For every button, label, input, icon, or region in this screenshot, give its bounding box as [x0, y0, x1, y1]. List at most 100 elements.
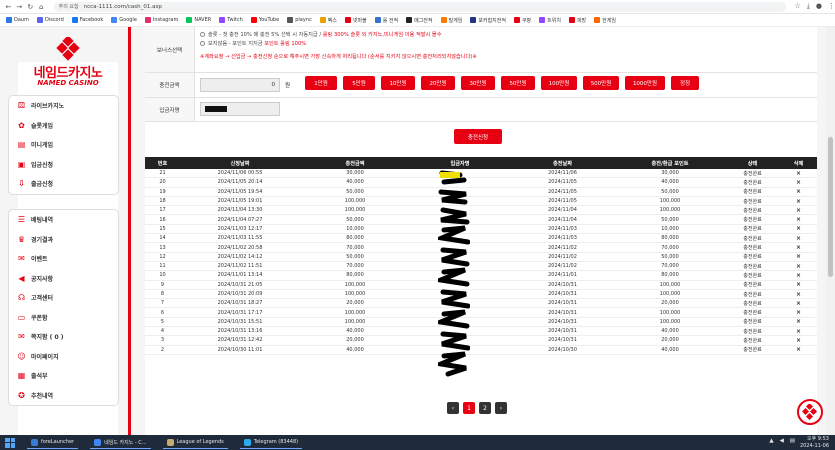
menu-icon[interactable]: ⋮ [828, 2, 835, 11]
amount-button[interactable]: 500만원 [583, 76, 619, 90]
sidebar-item[interactable]: ▣ 입금신청 [9, 155, 118, 175]
page-2-button[interactable]: 2 [479, 402, 491, 414]
sidebar-item[interactable]: ✉ 이벤트 [9, 249, 118, 269]
amount-button[interactable]: 100만원 [541, 76, 577, 90]
sidebar-item[interactable]: ✿ 슬롯게임 [9, 116, 118, 136]
network-icon[interactable]: ▤ [790, 438, 795, 444]
back-icon[interactable]: ← [4, 2, 13, 11]
tray-arrow-icon[interactable]: ▲ [769, 438, 773, 444]
delete-icon[interactable]: × [780, 271, 817, 279]
delete-icon[interactable]: × [780, 188, 817, 196]
radio-icon[interactable] [200, 41, 205, 46]
delete-icon[interactable]: × [780, 197, 817, 205]
delete-icon[interactable]: × [780, 290, 817, 298]
amount-button[interactable]: 1000만원 [625, 76, 665, 90]
floating-logo-badge[interactable] [797, 399, 823, 425]
star-icon[interactable]: ☆ [794, 2, 800, 11]
delete-icon[interactable]: × [780, 346, 817, 354]
delete-icon[interactable]: × [780, 299, 817, 307]
depositor-input[interactable] [200, 102, 280, 116]
sidebar-item[interactable]: ▭ 쿠폰함 [9, 308, 118, 328]
delete-icon[interactable]: × [780, 318, 817, 326]
submit-charge-button[interactable]: 충전신청 [454, 129, 502, 144]
bookmark-item[interactable]: Daum [6, 17, 29, 23]
bookmark-item[interactable]: YouTube [250, 17, 279, 23]
sidebar-item[interactable]: ✉ 쪽지함 ( 0 ) [9, 327, 118, 347]
sidebar-item[interactable]: ⚄ 라이브카지노 [9, 96, 118, 116]
bookmark-item[interactable]: NAVER [186, 17, 211, 23]
sidebar-item[interactable]: ♛ 경기결과 [9, 230, 118, 250]
taskbar-app[interactable]: 네임드 카지노 - C... [90, 436, 151, 449]
amount-button[interactable]: 50만원 [501, 76, 535, 90]
taskbar-app[interactable]: foreLauncher [27, 436, 79, 449]
delete-icon[interactable]: × [780, 215, 817, 223]
bookmark-item[interactable]: Instagram [144, 17, 178, 23]
system-tray[interactable]: ▲ ◀ ▤ [769, 438, 795, 444]
home-icon[interactable]: ⌂ [37, 2, 46, 11]
download-icon[interactable]: ⤓ [807, 2, 810, 11]
bookmark-item[interactable]: Facebook [71, 17, 103, 23]
delete-icon[interactable]: × [780, 253, 817, 261]
delete-icon[interactable]: × [780, 206, 817, 214]
bookmark-item[interactable]: 메그전적 [406, 17, 433, 24]
radio-icon[interactable] [200, 32, 205, 37]
delete-icon[interactable]: × [780, 234, 817, 242]
sidebar-item[interactable]: ◀ 공지사항 [9, 269, 118, 289]
bookmark-item[interactable]: Discord [36, 17, 64, 23]
sidebar-item[interactable]: ✪ 추천내역 [9, 386, 118, 406]
delete-icon[interactable]: × [780, 281, 817, 289]
delete-icon[interactable]: × [780, 336, 817, 344]
forward-icon[interactable]: → [15, 2, 24, 11]
sidebar-item[interactable]: ▦ 출석부 [9, 366, 118, 386]
sidebar-item[interactable]: ⇩ 출금신청 [9, 174, 118, 194]
bookmark-item[interactable]: Google [111, 17, 137, 23]
bookmark-item[interactable]: 피망 [568, 17, 586, 24]
amount-button[interactable]: 20만원 [421, 76, 455, 90]
bonus-option-none[interactable]: 보지않음 - 포인트 지지금 포인트 롤링 100% [200, 39, 817, 48]
bookmark-item[interactable]: 밀게임 [440, 17, 462, 24]
bonus-option-slot[interactable]: 슬롯 - 첫 충전 10% 매 충전 5% 선택 시 자동지급 / 롤링 300… [200, 30, 817, 39]
clock[interactable]: 오후 9:53 2024-11-06 [800, 436, 829, 449]
bookmark-item[interactable]: 포커칩지전적 [470, 17, 506, 24]
sidebar-item[interactable]: ▤ 미니게임 [9, 135, 118, 155]
amount-button[interactable]: 10만원 [381, 76, 415, 90]
profile-icon[interactable]: ● [816, 2, 822, 11]
bookmark-item[interactable]: 롤 전적 [374, 17, 398, 24]
amount-button[interactable]: 정정 [671, 76, 699, 90]
volume-icon[interactable]: ◀ [780, 438, 784, 444]
bookmark-item[interactable]: 쿠팡 [513, 17, 531, 24]
bookmark-item[interactable]: 한게임 [594, 17, 616, 24]
amount-button[interactable]: 1만원 [305, 76, 337, 90]
address-bar[interactable]: 주의 요함 ncca-1111.com/cash_01.asp [53, 1, 787, 12]
bookmark-item[interactable]: 트위치 [539, 17, 561, 24]
delete-icon[interactable]: × [780, 327, 817, 335]
table-row: 13 2024/11/02 20:58 70,000 2024/11/02 70,000… [145, 243, 817, 253]
delete-icon[interactable]: × [780, 225, 817, 233]
taskbar-app[interactable]: League of Legends [162, 436, 228, 449]
windows-start-icon[interactable] [5, 437, 15, 448]
sidebar-item[interactable]: ☰ 배팅내역 [9, 210, 118, 230]
bookmark-item[interactable]: 넷마블 [344, 17, 367, 24]
page-1-button[interactable]: 1 [463, 402, 475, 414]
amount-button[interactable]: 30만원 [461, 76, 495, 90]
delete-icon[interactable]: × [780, 262, 817, 270]
bookmark-item[interactable]: 벡스 [319, 17, 337, 24]
sidebar-item[interactable]: ☊ 고객센터 [9, 288, 118, 308]
amount-input[interactable]: 0 [200, 78, 280, 92]
scroll-thumb[interactable] [828, 137, 833, 277]
bookmark-item[interactable]: Twitch [219, 17, 243, 23]
bookmark-item[interactable]: plaync [287, 17, 312, 23]
page-scrollbar[interactable] [826, 27, 835, 435]
delete-icon[interactable]: × [780, 169, 817, 177]
security-badge[interactable]: 주의 요함 [59, 3, 79, 10]
delete-icon[interactable]: × [780, 178, 817, 186]
prev-page-button[interactable]: ‹ [447, 402, 459, 414]
logo[interactable]: 네임드카지노 NAMED CASINO [18, 37, 118, 435]
sidebar-item[interactable]: ☺ 마이페이지 [9, 347, 118, 367]
reload-icon[interactable]: ↻ [26, 2, 35, 11]
taskbar-app[interactable]: Telegram (83448) [239, 436, 303, 449]
delete-icon[interactable]: × [780, 243, 817, 251]
next-page-button[interactable]: › [495, 402, 507, 414]
amount-button[interactable]: 5만원 [343, 76, 375, 90]
delete-icon[interactable]: × [780, 308, 817, 316]
